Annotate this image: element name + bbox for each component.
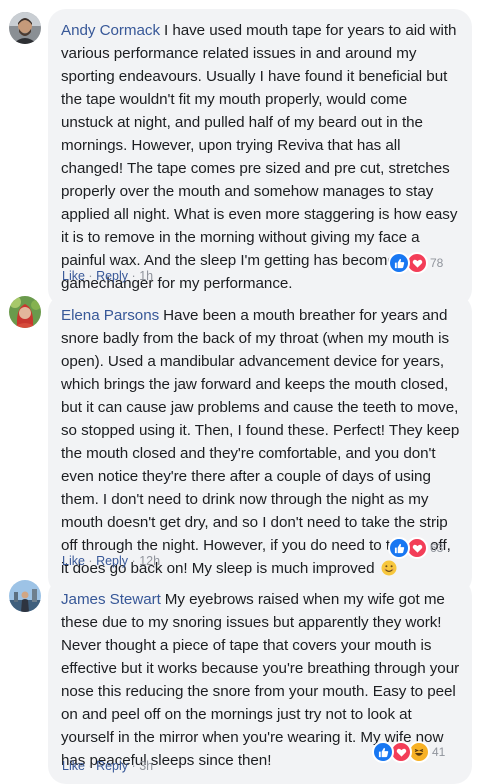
like-icon [388, 537, 410, 559]
reaction-summary[interactable]: 78 [388, 252, 443, 274]
comment-timestamp[interactable]: 12h [139, 554, 160, 568]
reply-link[interactable]: Reply [96, 759, 128, 773]
reply-link[interactable]: Reply [96, 269, 128, 283]
avatar[interactable] [9, 580, 41, 612]
reaction-count: 63 [430, 541, 444, 555]
like-link[interactable]: Like [62, 759, 85, 773]
avatar[interactable] [9, 296, 41, 328]
like-icon [372, 741, 394, 763]
separator: · [131, 554, 136, 568]
comment-author[interactable]: Andy Cormack [61, 22, 160, 39]
like-icon [388, 252, 410, 274]
avatar[interactable] [9, 12, 41, 44]
reaction-count: 78 [430, 256, 444, 270]
separator: · [88, 554, 93, 568]
separator: · [131, 759, 136, 773]
comment-author[interactable]: James Stewart [61, 591, 161, 608]
reaction-count: 41 [432, 745, 446, 759]
separator: · [88, 759, 93, 773]
comment-actions: Like · Reply · 3h [62, 759, 153, 773]
like-link[interactable]: Like [62, 269, 85, 283]
like-link[interactable]: Like [62, 554, 85, 568]
comment-actions: Like · Reply · 12h [62, 554, 160, 568]
reply-link[interactable]: Reply [96, 554, 128, 568]
comment-timestamp[interactable]: 1h [139, 269, 153, 283]
comment-actions: Like · Reply · 1h [62, 269, 153, 283]
separator: · [131, 269, 136, 283]
comment-timestamp[interactable]: 3h [139, 759, 153, 773]
reaction-summary[interactable]: 41 [372, 741, 445, 763]
separator: · [88, 269, 93, 283]
comment-author[interactable]: Elena Parsons [61, 307, 159, 324]
reaction-summary[interactable]: 63 [388, 537, 443, 559]
